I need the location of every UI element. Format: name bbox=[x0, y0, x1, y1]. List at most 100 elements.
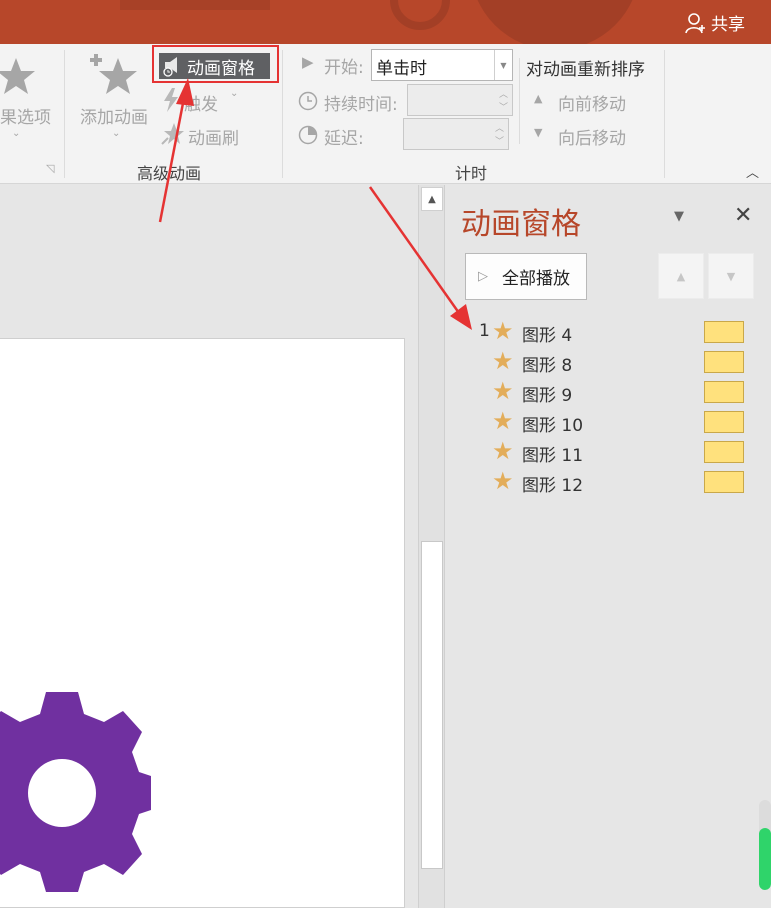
animation-item[interactable]: ★ 图形 9 bbox=[446, 377, 771, 407]
move-up-button[interactable]: ▲ bbox=[658, 253, 704, 299]
dialog-launcher-icon[interactable]: ◹ bbox=[46, 162, 54, 175]
title-decoration bbox=[390, 0, 450, 30]
chevron-down-icon: ⌄ bbox=[12, 128, 21, 139]
item-name: 图形 12 bbox=[522, 476, 584, 496]
delay-label: 延迟: bbox=[324, 129, 364, 149]
scrollbar-thumb[interactable] bbox=[421, 541, 443, 869]
timeline-bar[interactable] bbox=[704, 381, 744, 403]
user-add-icon bbox=[685, 12, 705, 33]
close-icon[interactable]: ✕ bbox=[734, 203, 752, 228]
emphasis-star-icon: ★ bbox=[492, 377, 514, 405]
group-separator bbox=[64, 50, 65, 178]
slide-canvas[interactable] bbox=[0, 338, 405, 908]
play-all-button[interactable]: ▷ 全部播放 bbox=[465, 253, 587, 300]
start-select[interactable]: 单击时 ▼ bbox=[371, 49, 513, 81]
title-decoration bbox=[120, 0, 270, 10]
animation-item[interactable]: 1 ★ 图形 4 bbox=[446, 317, 771, 347]
scroll-up-icon[interactable]: ▲ bbox=[421, 187, 443, 211]
move-later-label: 向后移动 bbox=[558, 129, 626, 149]
move-earlier-button[interactable]: ▲ 向前移动 bbox=[534, 90, 644, 115]
effect-options-label: 果选项 bbox=[0, 108, 51, 128]
collapse-ribbon-icon[interactable]: ︿ bbox=[746, 162, 759, 181]
add-animation-label: 添加动画 bbox=[80, 108, 148, 128]
emphasis-star-icon: ★ bbox=[492, 407, 514, 435]
play-all-label: 全部播放 bbox=[502, 269, 570, 289]
scroll-indicator-fill bbox=[759, 828, 771, 890]
share-button[interactable]: 共享 bbox=[685, 10, 745, 35]
timeline-bar[interactable] bbox=[704, 351, 744, 373]
item-name: 图形 10 bbox=[522, 416, 584, 436]
item-name: 图形 11 bbox=[522, 446, 584, 466]
play-icon: ▷ bbox=[478, 269, 488, 284]
clock-icon bbox=[298, 91, 318, 111]
animations-ribbon: 果选项 ⌄ ◹ 添加动画 ⌄ 动画窗格 触发 ⌄ 动画刷 高级动画 ▶ 开始: … bbox=[0, 44, 771, 184]
animation-pane-highlight: 动画窗格 bbox=[152, 45, 279, 83]
emphasis-star-icon: ★ bbox=[492, 437, 514, 465]
chevron-down-icon: ⌄ bbox=[112, 128, 121, 139]
emphasis-star-icon: ★ bbox=[492, 347, 514, 375]
move-earlier-label: 向前移动 bbox=[558, 95, 626, 115]
animation-item[interactable]: ★ 图形 12 bbox=[446, 467, 771, 497]
move-later-button[interactable]: ▼ 向后移动 bbox=[534, 124, 644, 149]
timeline-bar[interactable] bbox=[704, 441, 744, 463]
dropdown-arrow-icon[interactable]: ▼ bbox=[494, 50, 512, 80]
painter-star-icon bbox=[161, 123, 184, 145]
pane-scroll-indicator[interactable] bbox=[759, 800, 771, 890]
group-separator bbox=[282, 50, 283, 178]
pane-options-icon[interactable]: ▼ bbox=[674, 209, 684, 224]
item-number: 1 bbox=[479, 321, 490, 341]
triangle-down-icon: ▼ bbox=[726, 269, 736, 283]
delay-clock-icon bbox=[298, 125, 318, 145]
reorder-title: 对动画重新排序 bbox=[526, 60, 645, 80]
animation-item[interactable]: ★ 图形 11 bbox=[446, 437, 771, 467]
animation-pane: 动画窗格 ▼ ✕ ▷ 全部播放 ▲ ▼ 1 ★ 图形 4 ★ 图形 8 ★ 图形… bbox=[446, 185, 771, 908]
chevron-down-icon: ⌄ bbox=[230, 88, 239, 99]
timeline-bar[interactable] bbox=[704, 321, 744, 343]
start-label: 开始: bbox=[324, 58, 364, 78]
slide-vertical-scrollbar[interactable]: ▲ bbox=[418, 185, 445, 908]
timing-group-label: 计时 bbox=[455, 164, 488, 183]
triangle-up-icon: ▲ bbox=[676, 269, 686, 283]
spin-down-icon[interactable]: ﹀ bbox=[499, 100, 508, 113]
group-separator bbox=[664, 50, 665, 178]
timeline-bar[interactable] bbox=[704, 411, 744, 433]
effect-options-button[interactable]: 果选项 ⌄ bbox=[0, 50, 60, 160]
gear-icon[interactable] bbox=[0, 692, 151, 892]
spin-down-icon[interactable]: ﹀ bbox=[495, 134, 504, 147]
item-name: 图形 4 bbox=[522, 326, 573, 346]
spin-up-icon[interactable]: ︿ bbox=[499, 87, 508, 100]
emphasis-star-icon: ★ bbox=[492, 467, 514, 495]
delay-input[interactable]: ︿ ﹀ bbox=[403, 118, 509, 150]
start-value: 单击时 bbox=[376, 59, 427, 79]
timeline-bar[interactable] bbox=[704, 471, 744, 493]
speaker-clock-icon bbox=[163, 57, 177, 77]
duration-input[interactable]: ︿ ﹀ bbox=[407, 84, 513, 116]
group-separator bbox=[519, 58, 520, 144]
play-icon: ▶ bbox=[302, 53, 314, 71]
add-star-icon bbox=[90, 54, 137, 94]
advanced-animation-group-label: 高级动画 bbox=[137, 164, 202, 183]
trigger-button[interactable]: 触发 ⌄ bbox=[160, 86, 250, 115]
title-decoration bbox=[470, 0, 640, 44]
animation-pane-button[interactable]: 动画窗格 bbox=[159, 53, 270, 79]
item-name: 图形 8 bbox=[522, 356, 573, 376]
triangle-down-icon: ▼ bbox=[534, 126, 543, 139]
trigger-label: 触发 bbox=[184, 95, 218, 115]
animation-item[interactable]: ★ 图形 10 bbox=[446, 407, 771, 437]
animation-pane-label: 动画窗格 bbox=[187, 58, 255, 79]
slide-editing-area bbox=[0, 185, 418, 908]
emphasis-star-icon: ★ bbox=[492, 317, 514, 345]
item-name: 图形 9 bbox=[522, 386, 573, 406]
star-icon bbox=[0, 58, 35, 94]
add-animation-button[interactable]: 添加动画 ⌄ bbox=[78, 50, 154, 160]
animation-item[interactable]: ★ 图形 8 bbox=[446, 347, 771, 377]
title-bar: 共享 bbox=[0, 0, 771, 44]
share-label: 共享 bbox=[711, 15, 745, 35]
lightning-icon bbox=[164, 88, 178, 112]
pane-title: 动画窗格 bbox=[461, 207, 581, 242]
triangle-up-icon: ▲ bbox=[534, 92, 543, 105]
duration-label: 持续时间: bbox=[324, 95, 398, 115]
animation-painter-button[interactable]: 动画刷 bbox=[160, 120, 260, 149]
move-down-button[interactable]: ▼ bbox=[708, 253, 754, 299]
spin-up-icon[interactable]: ︿ bbox=[495, 121, 504, 134]
